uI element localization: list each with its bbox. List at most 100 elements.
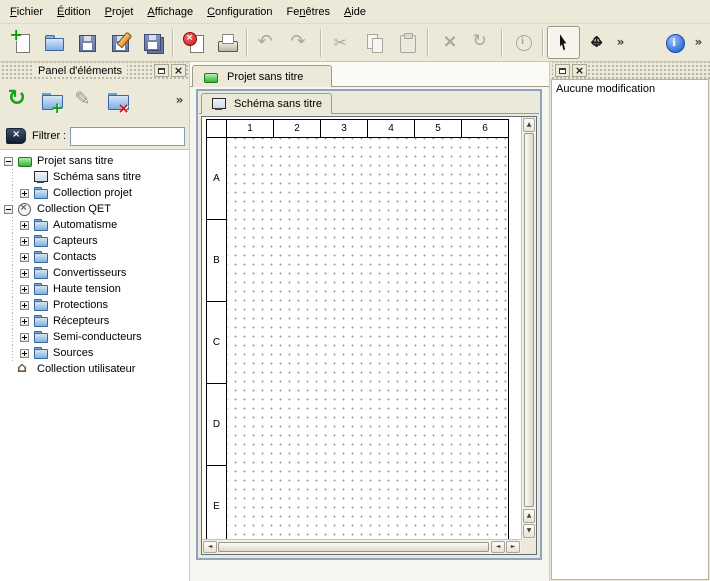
filter-input[interactable]: [70, 127, 185, 146]
close-project-button[interactable]: [177, 26, 210, 59]
about-qet-button[interactable]: [658, 26, 691, 59]
scroll-up-button[interactable]: [523, 118, 535, 132]
save-as-button[interactable]: [103, 26, 136, 59]
undo-panel: Annulations Aucune modification: [549, 62, 710, 581]
toolbar-icon: [108, 31, 132, 55]
tree-expander[interactable]: [20, 189, 29, 198]
tree-item-schema-sans-titre[interactable]: Schéma sans titre: [0, 169, 189, 185]
vertical-scroll-thumb[interactable]: [524, 133, 534, 507]
elements-toolbar-icon: [7, 89, 31, 113]
tree-expander[interactable]: [20, 349, 29, 358]
column-header: 4: [367, 119, 415, 138]
print-button[interactable]: [210, 26, 243, 59]
tree-item-label: Collection utilisateur: [36, 363, 135, 375]
scroll-down-button[interactable]: [523, 524, 535, 538]
tree-item-collection-qet[interactable]: Collection QET: [0, 201, 189, 217]
tree-item-collection-projet[interactable]: Collection projet: [0, 185, 189, 201]
tree-expander[interactable]: [20, 285, 29, 294]
menu-aide[interactable]: Aide: [337, 2, 373, 22]
toolbar-overflow-chevron[interactable]: [613, 26, 628, 59]
vertical-scrollbar[interactable]: [521, 117, 536, 539]
column-headers: 123456: [226, 119, 509, 138]
horizontal-scrollbar[interactable]: [202, 539, 521, 554]
scroll-up-button-2[interactable]: [523, 509, 535, 523]
select-mode-button[interactable]: [547, 26, 580, 59]
tree-expander[interactable]: [4, 205, 13, 214]
tree-item-sources[interactable]: Sources: [0, 345, 189, 361]
tree-item-icon: [17, 362, 32, 376]
tab-schema-sans-titre[interactable]: Schéma sans titre: [201, 93, 332, 114]
scroll-left-button-2[interactable]: [491, 541, 505, 553]
undo-panel-titlebar[interactable]: Annulations: [550, 62, 710, 79]
menu-affichage[interactable]: Affichage: [140, 2, 200, 22]
move-mode-button[interactable]: [580, 26, 613, 59]
paste-button[interactable]: [391, 26, 424, 59]
diagram-area: 123456 ABCDE: [201, 116, 537, 555]
diagram-tab-label: Schéma sans titre: [234, 98, 322, 110]
toolbar-icon: [42, 31, 66, 55]
tree-expander[interactable]: [20, 317, 29, 326]
tree-item-automatisme[interactable]: Automatisme: [0, 217, 189, 233]
save-all-button[interactable]: [136, 26, 169, 59]
tree-expander[interactable]: [20, 301, 29, 310]
tree-item-contacts[interactable]: Contacts: [0, 249, 189, 265]
copy-button[interactable]: [358, 26, 391, 59]
save-button[interactable]: [70, 26, 103, 59]
clear-filter-button[interactable]: [4, 124, 28, 148]
menu-fichier[interactable]: Fichier: [3, 2, 50, 22]
close-panel-button[interactable]: [171, 64, 186, 77]
diagram-info-button[interactable]: [506, 26, 539, 59]
reload-collections-button[interactable]: [2, 85, 35, 118]
toolbar-icon: [614, 31, 628, 55]
tab-projet-sans-titre[interactable]: Projet sans titre: [192, 65, 332, 87]
tree-item-semi-conducteurs[interactable]: Semi-conducteurs: [0, 329, 189, 345]
tree-expander[interactable]: [20, 269, 29, 278]
scroll-left-button[interactable]: [203, 541, 217, 553]
menu-configuration[interactable]: Configuration: [200, 2, 279, 22]
diagram-grid[interactable]: [226, 137, 509, 539]
diagram-canvas[interactable]: 123456 ABCDE: [202, 117, 521, 539]
undo-list-item[interactable]: Aucune modification: [552, 80, 708, 98]
tree-item-recepteurs[interactable]: Récepteurs: [0, 313, 189, 329]
tree-item-label: Schéma sans titre: [52, 171, 141, 183]
new-project-button[interactable]: [4, 26, 37, 59]
tree-item-projet-sans-titre[interactable]: Projet sans titre: [0, 153, 189, 169]
float-panel-button[interactable]: [154, 64, 169, 77]
tree-item-label: Automatisme: [52, 219, 117, 231]
mdi-area: Schéma sans titre 123456: [190, 87, 549, 581]
tree-item-haute-tension[interactable]: Haute tension: [0, 281, 189, 297]
edit-element-button[interactable]: [68, 85, 101, 118]
cut-button[interactable]: [325, 26, 358, 59]
elements-panel-titlebar[interactable]: Panel d'éléments: [0, 62, 189, 79]
tree-item-icon: [33, 186, 48, 200]
toolbar-icon: [256, 31, 280, 55]
menu-edition[interactable]: Édition: [50, 2, 98, 22]
float-undo-panel-button[interactable]: [555, 64, 570, 77]
tree-item-convertisseurs[interactable]: Convertisseurs: [0, 265, 189, 281]
scroll-right-button[interactable]: [506, 541, 520, 553]
open-project-button[interactable]: [37, 26, 70, 59]
rotate-button[interactable]: [465, 26, 498, 59]
tree-expander[interactable]: [20, 221, 29, 230]
delete-element-button[interactable]: [101, 85, 134, 118]
help-overflow-chevron[interactable]: [691, 26, 706, 59]
toolbar-icon: [9, 31, 33, 55]
elements-overflow-chevron[interactable]: [172, 85, 187, 118]
tree-expander[interactable]: [4, 157, 13, 166]
delete-button[interactable]: [432, 26, 465, 59]
new-element-button[interactable]: [35, 85, 68, 118]
close-undo-panel-button[interactable]: [572, 64, 587, 77]
tree-item-capteurs[interactable]: Capteurs: [0, 233, 189, 249]
redo-button[interactable]: [284, 26, 317, 59]
tree-expander[interactable]: [20, 253, 29, 262]
tree-item-protections[interactable]: Protections: [0, 297, 189, 313]
horizontal-scroll-thumb[interactable]: [218, 542, 489, 552]
tree-item-collection-utilisateur[interactable]: Collection utilisateur: [0, 361, 189, 377]
diagram-tabbar: Schéma sans titre: [199, 92, 539, 114]
menu-projet[interactable]: Projet: [98, 2, 141, 22]
tree-item-icon: [33, 218, 48, 232]
undo-button[interactable]: [251, 26, 284, 59]
tree-expander[interactable]: [20, 333, 29, 342]
tree-expander[interactable]: [20, 237, 29, 246]
menu-fenetres[interactable]: Fenêtres: [280, 2, 337, 22]
